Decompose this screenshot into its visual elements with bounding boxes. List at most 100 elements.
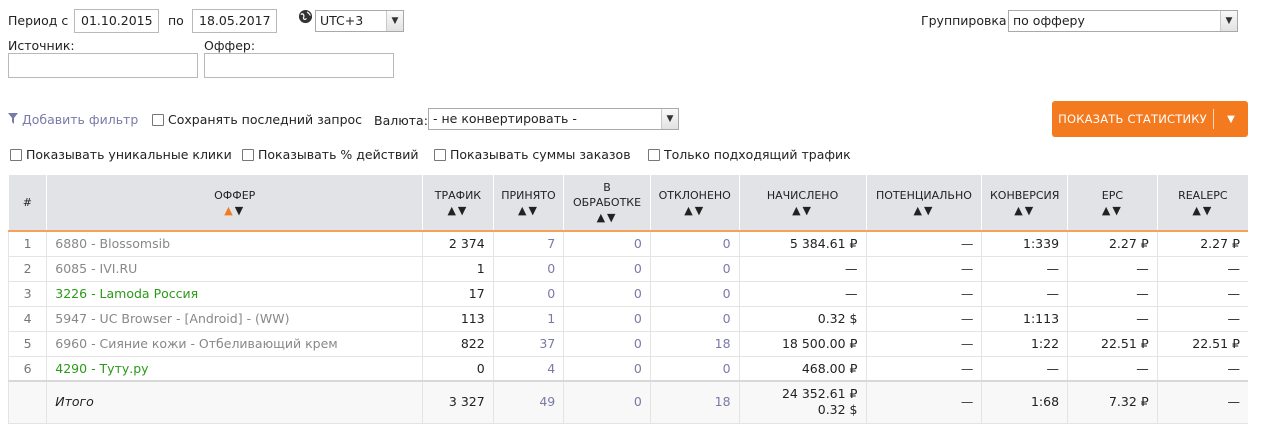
order-sums-checkbox[interactable]: Показывать суммы заказов [434,147,631,162]
offer-link[interactable]: 6085 - IVI.RU [46,256,424,282]
checkbox-box[interactable] [434,148,446,161]
offer-link[interactable]: 4290 - Туту.ру [46,356,424,382]
sort-arrows[interactable]: ▲▼ [427,203,489,218]
sort-arrows[interactable]: ▲▼ [655,203,735,218]
epc-cell: 22.51 ₽ [1067,331,1158,357]
sort-arrows[interactable]: ▲▼ [1072,203,1153,218]
realepc-cell: 2.27 ₽ [1157,231,1248,257]
col-header-rejected[interactable]: ОТКЛОНЕНО ▲▼ [650,175,740,231]
col-header-realepc[interactable]: REALEPC ▲▼ [1157,175,1248,231]
checkbox-box[interactable] [242,148,254,161]
sort-arrows[interactable]: ▲▼ [986,203,1063,218]
processing-cell[interactable]: 0 [563,331,651,357]
checkbox-box[interactable] [152,113,164,126]
row-num [7,380,48,424]
accrued-cell: 0.32 $ [739,306,867,332]
total-accrued-usd: 0.32 $ [817,402,858,418]
actions-pct-checkbox[interactable]: Показывать % действий [242,147,419,162]
processing-cell[interactable]: 0 [563,281,651,307]
conversion-cell: 1:113 [981,306,1069,332]
col-header-processing-label: В ОБРАБОТКЕ [573,181,642,209]
traffic-cell: 2 374 [422,231,494,257]
col-header-accrued[interactable]: НАЧИСЛЕНО ▲▼ [739,175,867,231]
col-header-potential[interactable]: ПОТЕНЦИАЛЬНО ▲▼ [866,175,983,231]
sort-arrows[interactable]: ▲▼ [568,210,646,225]
col-header-epc[interactable]: EPC ▲▼ [1067,175,1158,231]
show-stats-label: ПОКАЗАТЬ СТАТИСТИКУ [1058,112,1207,126]
offer-link[interactable]: 6880 - Blossomsib [46,231,424,257]
potential-cell: — [866,356,983,382]
accepted-cell[interactable]: 37 [493,331,565,357]
checkbox-box[interactable] [648,148,660,161]
conversion-cell: 1:22 [981,331,1069,357]
traffic-cell: 17 [422,281,494,307]
processing-cell[interactable]: 0 [563,356,651,382]
row-num: 3 [7,281,48,307]
accepted-cell[interactable]: 1 [493,306,565,332]
date-from-input[interactable]: 01.10.2015 [74,9,159,33]
rejected-cell[interactable]: 0 [650,306,740,332]
currency-select[interactable]: - не конвертировать - ▼ [428,108,679,130]
save-last-query-checkbox[interactable]: Сохранять последний запрос [152,112,362,127]
realepc-cell: 22.51 ₽ [1157,331,1248,357]
show-stats-button[interactable]: ПОКАЗАТЬ СТАТИСТИКУ ▼ [1052,101,1248,137]
order-sums-label: Показывать суммы заказов [450,147,631,162]
timezone-select[interactable]: UTC+3 ▼ [315,10,404,32]
accrued-cell: 18 500.00 ₽ [739,331,867,357]
col-header-offer[interactable]: ОФФЕР ▲▼ [46,175,424,231]
caret-down-icon[interactable]: ▼ [1214,114,1248,125]
sort-arrows[interactable]: ▲▼ [871,203,978,218]
matching-traffic-checkbox[interactable]: Только подходящий трафик [648,147,851,162]
offer-link[interactable]: 3226 - Lamoda Россия [46,281,424,307]
sort-arrows[interactable]: ▲▼ [498,203,560,218]
chevron-down-icon: ▼ [661,109,678,129]
currency-label: Валюта: [374,113,428,128]
checkbox-box[interactable] [10,148,22,161]
col-header-offer-label: ОФФЕР [214,188,256,202]
epc-cell: 2.27 ₽ [1067,231,1158,257]
conversion-cell: — [981,281,1069,307]
potential-cell: — [866,231,983,257]
row-num: 1 [7,231,48,257]
total-conversion: 1:68 [981,380,1069,424]
col-header-traffic[interactable]: ТРАФИК ▲▼ [422,175,494,231]
total-traffic: 3 327 [422,380,494,424]
processing-cell[interactable]: 0 [563,256,651,282]
accepted-cell[interactable]: 0 [493,281,565,307]
offer-link[interactable]: 5947 - UC Browser - [Android] - (WW) [46,306,424,332]
total-rejected: 18 [650,380,740,424]
rejected-cell[interactable]: 18 [650,331,740,357]
currency-value: - не конвертировать - [433,111,577,126]
add-filter-link[interactable]: Добавить фильтр [8,112,138,127]
sort-arrows[interactable]: ▲▼ [1162,203,1244,218]
potential-cell: — [866,256,983,282]
rejected-cell[interactable]: 0 [650,281,740,307]
add-filter-label: Добавить фильтр [22,112,139,127]
accepted-cell[interactable]: 4 [493,356,565,382]
rejected-cell[interactable]: 0 [650,231,740,257]
rejected-cell[interactable]: 0 [650,256,740,282]
total-accrued-rub: 24 352.61 ₽ [781,386,858,402]
unique-clicks-checkbox[interactable]: Показывать уникальные клики [10,147,232,162]
offer-input[interactable] [204,53,394,78]
date-to-input[interactable]: 18.05.2017 [192,9,277,33]
accepted-cell[interactable]: 7 [493,231,565,257]
accepted-cell[interactable]: 0 [493,256,565,282]
processing-cell[interactable]: 0 [563,306,651,332]
row-num: 4 [7,306,48,332]
processing-cell[interactable]: 0 [563,231,651,257]
to-label: по [168,13,184,28]
rejected-cell[interactable]: 0 [650,356,740,382]
sort-arrows[interactable]: ▲▼ [51,203,418,218]
col-header-processing[interactable]: В ОБРАБОТКЕ ▲▼ [563,175,651,231]
sort-arrows[interactable]: ▲▼ [744,203,862,218]
grouping-select[interactable]: по офферу ▼ [1008,10,1238,32]
traffic-cell: 0 [422,356,494,382]
col-header-conversion-label: КОНВЕРСИЯ [990,188,1060,202]
realepc-cell: — [1157,306,1248,332]
col-header-conversion[interactable]: КОНВЕРСИЯ ▲▼ [981,175,1069,231]
period-label: Период с [8,13,69,28]
offer-link[interactable]: 6960 - Сияние кожи - Отбеливающий крем [46,331,424,357]
source-input[interactable] [8,53,198,78]
col-header-accepted[interactable]: ПРИНЯТО ▲▼ [493,175,565,231]
